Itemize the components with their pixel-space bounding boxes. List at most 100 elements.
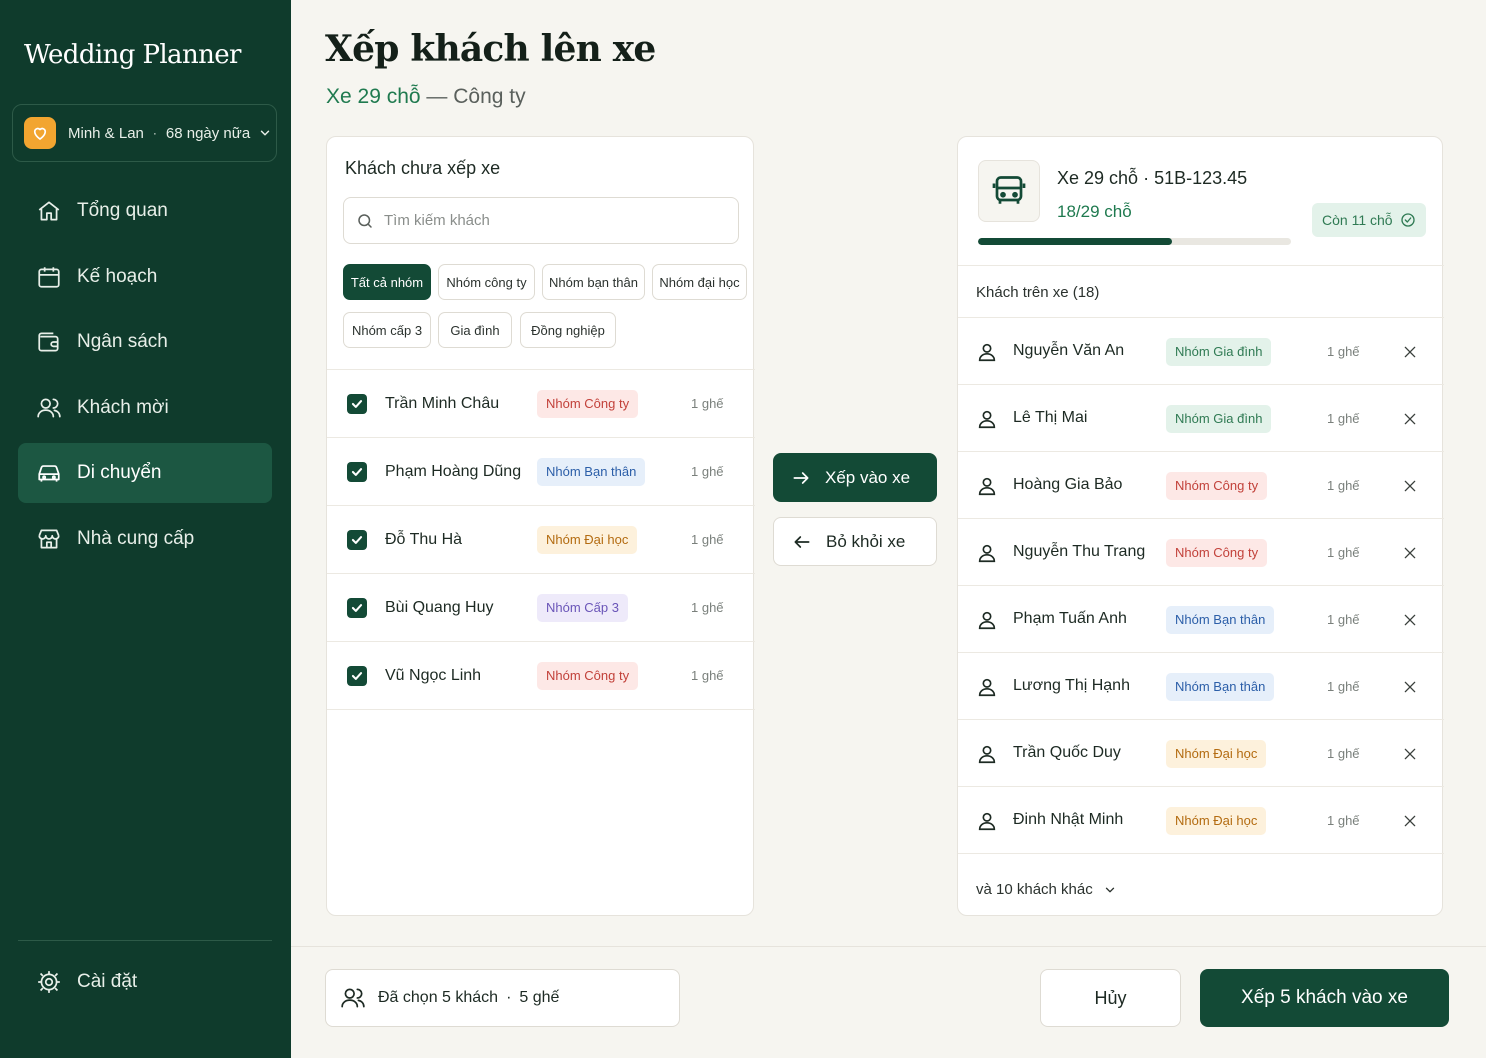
close-icon[interactable] — [1402, 545, 1418, 561]
passengers-title: Khách trên xe (18) — [976, 284, 1100, 301]
sidebar-item-transport[interactable]: Di chuyển — [18, 443, 272, 503]
sidebar-nav: Tổng quan Kế hoạch Ngân sách Khách mời D… — [18, 181, 272, 574]
passenger-name: Hoàng Gia Bảo — [1013, 475, 1123, 493]
filter-chip-all[interactable]: Tất cả nhóm — [343, 264, 431, 300]
wedding-countdown: 68 ngày nữa — [165, 124, 251, 142]
guest-name: Bùi Quang Huy — [385, 598, 494, 616]
group-badge: Nhóm Công ty — [537, 389, 639, 418]
filter-chip-company[interactable]: Nhóm công ty — [438, 264, 535, 300]
car-icon — [36, 460, 62, 486]
checkbox[interactable] — [347, 529, 367, 550]
sidebar-item-budget[interactable]: Ngân sách — [18, 312, 272, 372]
settings-label: Cài đặt — [77, 971, 138, 992]
filter-chip-best-friends[interactable]: Nhóm bạn thân — [542, 264, 645, 300]
license-plate: 51B-123.45 — [1154, 168, 1248, 188]
couple-selector[interactable]: Minh & Lan · 68 ngày nữa — [12, 104, 277, 162]
seat-count: 1 ghế — [1327, 544, 1360, 560]
close-icon[interactable] — [1402, 813, 1418, 829]
checkbox[interactable] — [347, 461, 367, 482]
vehicle-type: Xe 29 chỗ — [1057, 168, 1139, 188]
group-badge: Nhóm Đại học — [1166, 739, 1267, 768]
users-icon — [340, 985, 366, 1011]
sidebar-item-label: Tổng quan — [77, 200, 168, 221]
panel-divider — [958, 265, 1444, 266]
arrow-right-icon — [791, 468, 811, 488]
check-icon — [351, 671, 363, 680]
seat-count: 1 ghế — [691, 532, 724, 547]
list-item[interactable]: Đỗ Thu Hà Nhóm Đại học 1 ghế — [327, 506, 755, 574]
close-icon[interactable] — [1402, 411, 1418, 427]
sidebar-item-overview[interactable]: Tổng quan — [18, 181, 272, 241]
passenger-name: Phạm Tuấn Anh — [1013, 609, 1127, 627]
list-item[interactable]: Trần Minh Châu Nhóm Công ty 1 ghế — [327, 370, 755, 438]
sidebar-divider — [18, 940, 272, 941]
couple-names: Minh & Lan — [68, 124, 144, 142]
calendar-icon — [36, 264, 62, 290]
sidebar-item-label: Di chuyển — [77, 462, 162, 483]
show-more-button[interactable]: và 10 khách khác — [976, 881, 1117, 898]
group-badge: Nhóm Gia đình — [1166, 404, 1272, 433]
seat-count: 1 ghế — [1327, 812, 1360, 828]
bus-icon — [978, 160, 1040, 222]
filter-chip-university[interactable]: Nhóm đại học — [652, 264, 747, 300]
remove-button[interactable]: Bỏ khỏi xe — [773, 517, 937, 566]
sidebar: Wedding Planner Minh & Lan · 68 ngày nữa… — [0, 0, 291, 1058]
group-badge: Nhóm Đại học — [1166, 806, 1267, 835]
sidebar-item-plan[interactable]: Kế hoạch — [18, 247, 272, 307]
table-row: Phạm Tuấn Anh Nhóm Bạn thân 1 ghế — [958, 586, 1444, 653]
occupancy-progress-fill — [978, 238, 1173, 245]
check-icon — [351, 535, 363, 544]
chevron-down-icon — [258, 126, 272, 140]
passenger-name: Nguyễn Văn An — [1013, 341, 1125, 359]
selected-seats: 5 ghế — [519, 989, 560, 1006]
group-badge: Nhóm Gia đình — [1166, 337, 1272, 366]
filter-chip-colleagues[interactable]: Đồng nghiệp — [520, 312, 616, 348]
sidebar-item-guests[interactable]: Khách mời — [18, 378, 272, 438]
filter-chip-family[interactable]: Gia đình — [438, 312, 512, 348]
guest-name: Vũ Ngọc Linh — [385, 666, 482, 684]
seat-count: 1 ghế — [1327, 343, 1360, 359]
selected-count: Đã chọn 5 khách — [378, 989, 499, 1006]
remaining-badge: Còn 11 chỗ — [1312, 203, 1426, 237]
panel-title: Khách chưa xếp xe — [345, 158, 501, 178]
assign-button[interactable]: Xếp vào xe — [773, 453, 937, 502]
close-icon[interactable] — [1402, 679, 1418, 695]
guest-name: Phạm Hoàng Dũng — [385, 462, 522, 480]
list-item[interactable]: Bùi Quang Huy Nhóm Cấp 3 1 ghế — [327, 574, 755, 642]
close-icon[interactable] — [1402, 746, 1418, 762]
cancel-button[interactable]: Hủy — [1040, 969, 1181, 1027]
checkbox[interactable] — [347, 393, 367, 414]
occupancy-progress — [978, 238, 1291, 245]
list-item[interactable]: Phạm Hoàng Dũng Nhóm Bạn thân 1 ghế — [327, 438, 755, 506]
close-icon[interactable] — [1402, 612, 1418, 628]
check-icon — [351, 603, 363, 612]
close-icon[interactable] — [1402, 344, 1418, 360]
store-icon — [36, 526, 62, 552]
group-badge: Nhóm Đại học — [537, 525, 638, 554]
group-badge: Nhóm Bạn thân — [1166, 672, 1275, 701]
unassigned-guests-panel: Khách chưa xếp xe Tìm kiếm khách Tất cả … — [326, 136, 755, 916]
group-badge: Nhóm Cấp 3 — [537, 593, 628, 622]
show-more-label: và 10 khách khác — [976, 881, 1093, 898]
checkbox[interactable] — [347, 665, 367, 686]
passenger-name: Lê Thị Mai — [1013, 408, 1088, 426]
guest-name: Đỗ Thu Hà — [385, 530, 463, 548]
search-input[interactable]: Tìm kiếm khách — [343, 197, 739, 244]
sidebar-item-settings[interactable]: Cài đặt — [18, 952, 272, 1012]
person-icon — [976, 676, 998, 698]
sidebar-item-vendors[interactable]: Nhà cung cấp — [18, 509, 272, 569]
submit-button[interactable]: Xếp 5 khách vào xe — [1200, 969, 1449, 1027]
list-item[interactable]: Vũ Ngọc Linh Nhóm Công ty 1 ghế — [327, 642, 755, 710]
vehicle-panel: Xe 29 chỗ · 51B-123.45 18/29 chỗ Còn 11 … — [957, 136, 1444, 916]
seat-count: 1 ghế — [691, 600, 724, 615]
table-row: Hoàng Gia Bảo Nhóm Công ty 1 ghế — [958, 452, 1444, 519]
close-icon[interactable] — [1402, 478, 1418, 494]
person-icon — [976, 341, 998, 363]
person-icon — [976, 475, 998, 497]
checkbox[interactable] — [347, 597, 367, 618]
group-badge: Nhóm Bạn thân — [537, 457, 646, 486]
guest-name: Trần Minh Châu — [385, 394, 500, 412]
passenger-name: Trần Quốc Duy — [1013, 743, 1121, 761]
sidebar-item-label: Khách mời — [77, 396, 169, 418]
filter-chip-highschool[interactable]: Nhóm cấp 3 — [343, 312, 431, 348]
